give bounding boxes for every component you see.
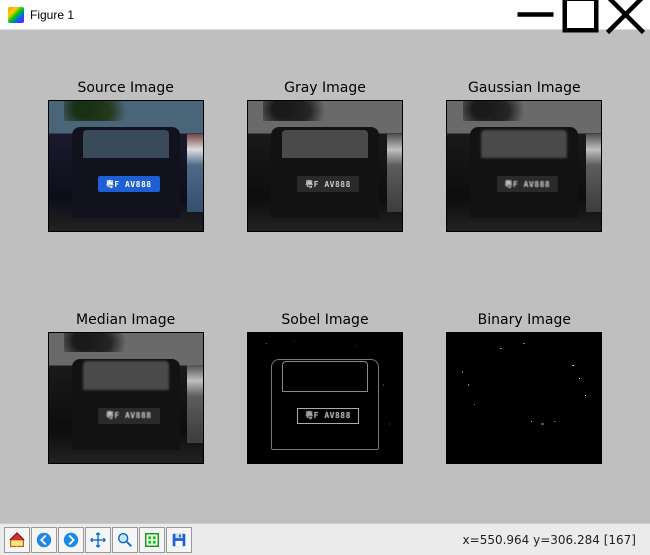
window-title: Figure 1: [30, 8, 513, 22]
subplot-median: Median Image 粤F AV888: [40, 312, 211, 504]
subplot-gray: Gray Image 粤F AV888: [239, 80, 410, 272]
image-gray[interactable]: 粤F AV888: [247, 100, 403, 232]
plate-text: 粤F AV888: [106, 179, 152, 190]
image-gaussian[interactable]: 粤F AV888: [446, 100, 602, 232]
image-sobel[interactable]: 粤F AV888: [247, 332, 403, 464]
home-button[interactable]: [4, 527, 30, 553]
image-binary[interactable]: [446, 332, 602, 464]
subplot-gaussian: Gaussian Image 粤F AV888: [439, 80, 610, 272]
zoom-button[interactable]: [112, 527, 138, 553]
plate-text: 粤F AV888: [305, 179, 351, 190]
window-titlebar: Figure 1: [0, 0, 650, 30]
pan-button[interactable]: [85, 527, 111, 553]
subplot-title: Gaussian Image: [468, 80, 581, 96]
minimize-button[interactable]: [513, 1, 558, 29]
subplot-source: Source Image 粤F AV888: [40, 80, 211, 272]
app-icon: [8, 7, 24, 23]
subplot-title: Median Image: [76, 312, 175, 328]
subplot-binary: Binary Image: [439, 312, 610, 504]
close-button[interactable]: [603, 1, 648, 29]
cursor-coordinates: x=550.964 y=306.284 [167]: [463, 533, 646, 547]
configure-button[interactable]: [139, 527, 165, 553]
subplot-sobel: Sobel Image 粤F AV888: [239, 312, 410, 504]
window-controls: [513, 1, 648, 29]
maximize-button[interactable]: [558, 1, 603, 29]
back-button[interactable]: [31, 527, 57, 553]
subplot-title: Binary Image: [478, 312, 571, 328]
image-median[interactable]: 粤F AV888: [48, 332, 204, 464]
forward-button[interactable]: [58, 527, 84, 553]
figure-canvas[interactable]: Source Image 粤F AV888 Gray Image 粤F AV88…: [0, 30, 650, 523]
subplot-title: Source Image: [77, 80, 173, 96]
save-button[interactable]: [166, 527, 192, 553]
plate-text: 粤F AV888: [505, 179, 551, 190]
image-source[interactable]: 粤F AV888: [48, 100, 204, 232]
subplot-title: Gray Image: [284, 80, 366, 96]
plate-text: 粤F AV888: [305, 410, 351, 421]
plate-text: 粤F AV888: [106, 410, 152, 421]
nav-toolbar: x=550.964 y=306.284 [167]: [0, 523, 650, 555]
subplot-title: Sobel Image: [281, 312, 368, 328]
